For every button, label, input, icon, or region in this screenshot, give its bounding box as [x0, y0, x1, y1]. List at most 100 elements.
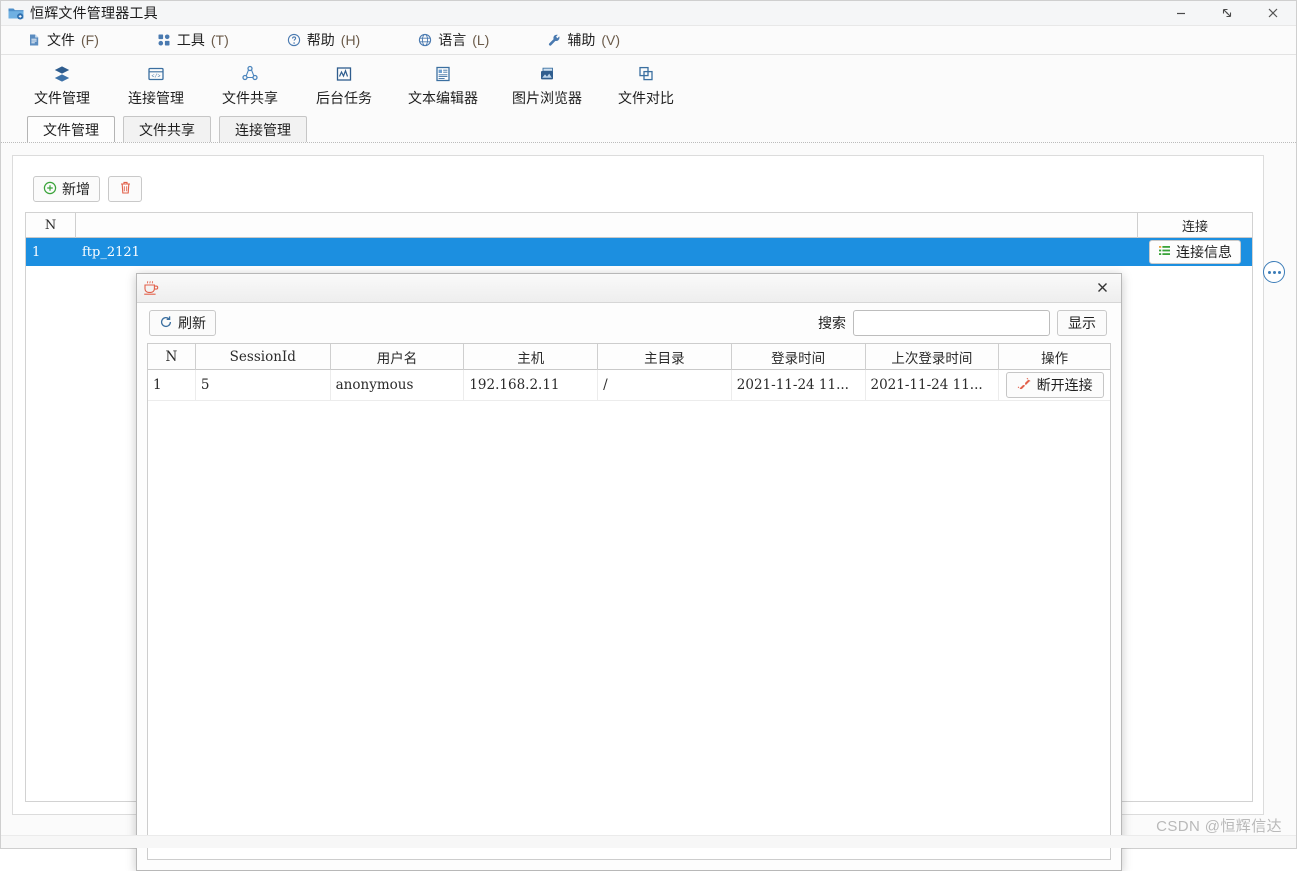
toolbar-item-connection-management[interactable]: </> 连接管理: [109, 59, 203, 108]
more-ellipsis-circle-icon[interactable]: [1263, 261, 1285, 283]
toolbar-label-file-management: 文件管理: [34, 90, 90, 106]
session-cell-login-time: 2021-11-24 11...: [732, 370, 866, 400]
menu-label-help: 帮助: [306, 32, 335, 48]
session-cell-host: 192.168.2.11: [464, 370, 599, 400]
sessions-grid-header: N SessionId 用户名 主机 主目录 登录时间 上次登录时间 操作: [148, 344, 1110, 370]
connection-list-header: N 连接: [26, 212, 1252, 238]
session-cell-home: /: [598, 370, 732, 400]
session-header-home: 主目录: [598, 344, 732, 370]
close-button[interactable]: [1250, 1, 1296, 25]
menu-key-tools: (T): [210, 32, 229, 48]
menu-item-help[interactable]: 帮助 (H): [277, 29, 370, 51]
refresh-button[interactable]: 刷新: [149, 310, 216, 336]
search-label: 搜索: [818, 315, 846, 331]
session-header-login-time: 登录时间: [732, 344, 866, 370]
plus-circle-icon: [43, 181, 57, 198]
show-button-label: 显示: [1068, 315, 1096, 331]
restore-button[interactable]: [1204, 1, 1250, 25]
minimize-button[interactable]: [1158, 1, 1204, 25]
window-title: 恒辉文件管理器工具: [30, 5, 158, 21]
delete-button[interactable]: [108, 176, 142, 202]
toolbar-item-file-share[interactable]: 文件共享: [203, 59, 297, 108]
show-button[interactable]: 显示: [1057, 310, 1107, 336]
main-toolbar: 文件管理 </> 连接管理 文件共享 后台任务 文本编辑器 图片浏览器 文件对比: [1, 55, 1296, 114]
dot-1: [1267, 270, 1271, 274]
image-stack-icon: [537, 63, 557, 85]
table-row[interactable]: 1 5 anonymous 192.168.2.11 / 2021-11-24 …: [148, 370, 1110, 401]
row-cell-n: 1: [32, 244, 41, 260]
search-input[interactable]: [853, 310, 1050, 336]
grid-tools-icon: [157, 33, 171, 47]
connection-info-label: 连接信息: [1176, 244, 1232, 260]
sessions-grid[interactable]: N SessionId 用户名 主机 主目录 登录时间 上次登录时间 操作 1 …: [147, 343, 1111, 860]
menu-key-language: (L): [472, 32, 490, 48]
menu-label-language: 语言: [438, 32, 467, 48]
tab-connection-management[interactable]: 连接管理: [219, 116, 307, 142]
toolbar-item-background-tasks[interactable]: 后台任务: [297, 59, 391, 108]
menu-label-file: 文件: [47, 32, 75, 48]
application-window: 恒辉文件管理器工具 文件 (F) 工具 (T) 帮助 (H) 语言 (L) 辅助…: [0, 0, 1297, 871]
disconnect-button-label: 断开连接: [1036, 377, 1093, 393]
share-icon: [240, 63, 260, 85]
toolbar-item-file-management[interactable]: 文件管理: [15, 59, 109, 108]
menu-bar: 文件 (F) 工具 (T) 帮助 (H) 语言 (L) 辅助 (V): [1, 26, 1296, 55]
menu-item-tools[interactable]: 工具 (T): [147, 29, 239, 51]
list-icon: [1158, 244, 1171, 260]
menu-key-assist: (V): [601, 32, 621, 48]
toolbar-item-text-editor[interactable]: 文本编辑器: [391, 59, 495, 108]
add-button-label: 新增: [62, 181, 90, 197]
table-row[interactable]: 1 ftp_2121 连接信息: [26, 238, 1252, 266]
add-button[interactable]: 新增: [33, 176, 100, 202]
session-cell-n: 1: [148, 370, 196, 400]
menu-key-help: (H): [340, 32, 361, 48]
toolbar-label-image-viewer: 图片浏览器: [512, 90, 582, 106]
header-cell-n: N: [26, 212, 76, 238]
toolbar-label-file-compare: 文件对比: [618, 90, 674, 106]
toolbar-label-connection-management: 连接管理: [128, 90, 184, 106]
header-cell-name: [76, 212, 1138, 238]
tab-label-file-share: 文件共享: [139, 121, 195, 138]
status-bar: [1, 835, 1296, 848]
toolbar-label-text-editor: 文本编辑器: [408, 90, 478, 106]
row-cell-connection: 连接信息: [1138, 238, 1252, 266]
session-header-last-login: 上次登录时间: [866, 344, 1000, 370]
toolbar-item-image-viewer[interactable]: 图片浏览器: [495, 59, 599, 108]
menu-key-file: (F): [81, 32, 99, 48]
dialog-toolbar: 刷新 搜索 显示: [137, 303, 1121, 343]
disconnect-button[interactable]: 断开连接: [1005, 372, 1104, 398]
session-header-host: 主机: [464, 344, 599, 370]
menu-item-language[interactable]: 语言 (L): [408, 29, 499, 51]
dialog-title-bar: [137, 274, 1121, 303]
dot-3: [1277, 270, 1281, 274]
refresh-button-label: 刷新: [178, 315, 206, 331]
title-bar: 恒辉文件管理器工具: [1, 1, 1296, 26]
window-controls: [1158, 1, 1296, 25]
question-circle-icon: [287, 33, 301, 47]
session-header-n: N: [148, 344, 196, 370]
toolbar-item-file-compare[interactable]: 文件对比: [599, 59, 693, 108]
menu-item-assist[interactable]: 辅助 (V): [537, 29, 630, 51]
session-cell-sessionid: 5: [196, 370, 331, 400]
session-cell-action: 断开连接: [999, 370, 1110, 400]
search-area: 搜索 显示: [818, 310, 1107, 336]
compare-windows-icon: [636, 63, 656, 85]
tab-file-management[interactable]: 文件管理: [27, 116, 115, 142]
toolbar-label-file-share: 文件共享: [222, 90, 278, 106]
session-header-sessionid: SessionId: [196, 344, 331, 370]
row-cell-name: ftp_2121: [82, 244, 140, 260]
svg-text:</>: </>: [151, 73, 160, 79]
menu-item-file[interactable]: 文件 (F): [17, 29, 109, 51]
session-header-action: 操作: [1041, 350, 1069, 367]
folder-app-icon: [7, 4, 25, 22]
refresh-icon: [159, 315, 173, 332]
globe-icon: [418, 33, 432, 47]
dialog-close-button[interactable]: [1083, 274, 1121, 301]
file-icon: [27, 33, 41, 47]
header-cell-connection: 连接: [1181, 219, 1208, 235]
wrench-icon: [547, 33, 561, 47]
connection-sessions-dialog: 刷新 搜索 显示 N SessionId 用户名 主机 主目录 登录时间 上次登…: [136, 273, 1122, 871]
tab-file-share[interactable]: 文件共享: [123, 116, 211, 142]
text-document-icon: [433, 63, 453, 85]
panel-toolbar: 新增: [33, 176, 142, 202]
connection-info-button[interactable]: 连接信息: [1149, 240, 1241, 264]
